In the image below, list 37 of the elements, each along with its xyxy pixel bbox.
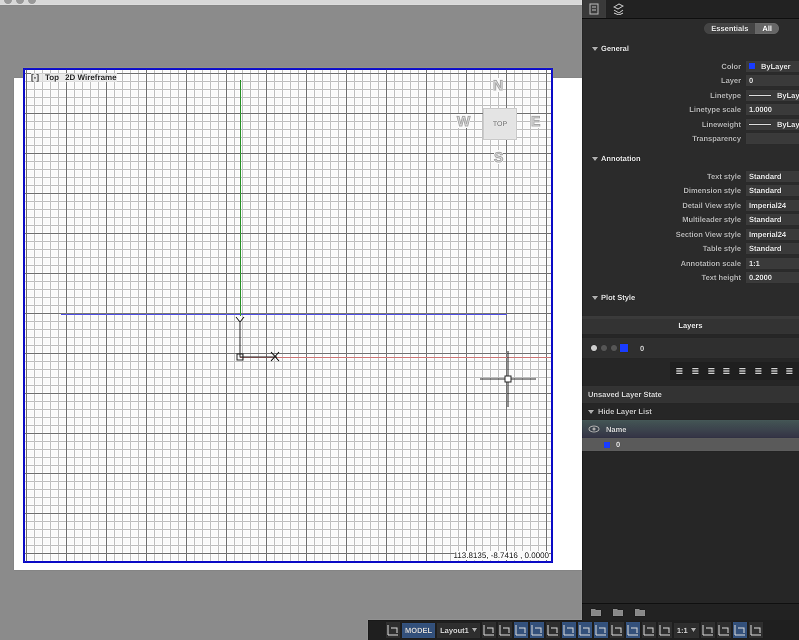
caret-icon (472, 628, 477, 632)
view-menu[interactable]: Top (45, 73, 60, 82)
stack-icon (612, 3, 624, 15)
visual-style-menu[interactable]: 2D Wireframe (65, 73, 117, 82)
folder-icon[interactable] (612, 607, 624, 617)
linetype-sample (749, 124, 771, 125)
toolbar-toggle[interactable] (514, 622, 528, 638)
caret-icon (690, 628, 696, 632)
toolbar-toggle[interactable] (498, 622, 512, 638)
toolbar-toggle[interactable] (716, 622, 731, 638)
toolbar-toggle[interactable] (610, 622, 624, 638)
coordinates-readout: 113.8135, -8.7416 , 0.0000 (454, 551, 549, 560)
folder-icon[interactable] (590, 607, 602, 617)
crosshair-cursor (480, 351, 536, 407)
toolbar-toggle[interactable] (642, 622, 656, 638)
viewport-controls[interactable]: [-] (31, 73, 39, 82)
expander-icon[interactable] (592, 46, 598, 52)
toolbar-toggle[interactable] (700, 622, 715, 638)
toolbar-toggle[interactable] (626, 622, 640, 638)
properties-tab[interactable] (582, 0, 606, 18)
linetype-sample (749, 94, 771, 96)
toolbar-toggle[interactable] (386, 622, 400, 638)
toolbar-toggle[interactable] (594, 622, 608, 638)
expander-icon[interactable] (588, 408, 594, 414)
toolbar-toggle[interactable] (748, 622, 763, 638)
toolbar-toggle[interactable] (546, 622, 560, 638)
eye-icon (588, 424, 600, 434)
toolbar-toggle[interactable] (578, 622, 592, 638)
toolbar-toggle[interactable] (530, 622, 544, 638)
expander-icon[interactable] (592, 294, 598, 300)
toolbar-toggle[interactable] (658, 622, 672, 638)
expander-icon[interactable] (592, 156, 598, 162)
toolbar-toggle[interactable] (732, 622, 747, 638)
toolbar-toggle[interactable] (562, 622, 576, 638)
toolbar-toggle[interactable] (482, 622, 496, 638)
document-icon (588, 3, 600, 15)
folder-icon[interactable] (634, 607, 646, 617)
